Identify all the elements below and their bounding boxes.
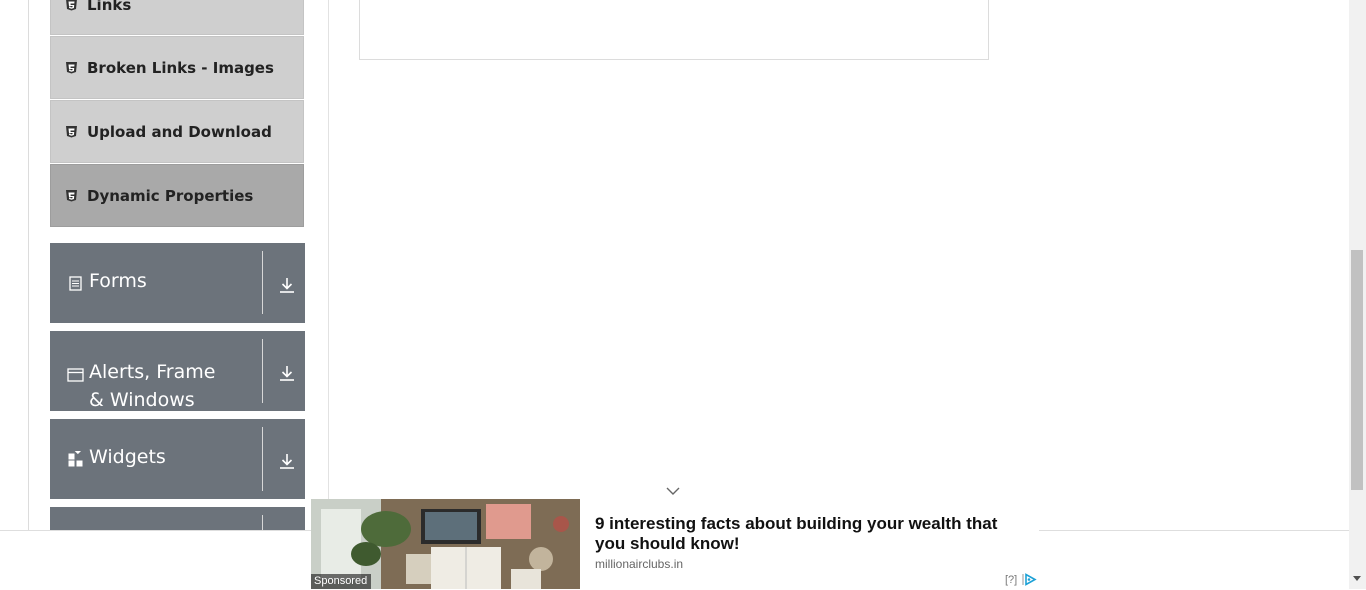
group-header: Forms xyxy=(67,270,147,292)
ad-image[interactable]: Sponsored xyxy=(311,499,580,589)
left-border xyxy=(28,0,29,530)
download-icon[interactable] xyxy=(278,276,296,294)
content-divider xyxy=(328,0,329,530)
sidebar-group-alerts-frame-windows[interactable]: Alerts, Frame & Windows xyxy=(50,331,305,411)
download-icon[interactable] xyxy=(278,364,296,382)
html5-icon xyxy=(65,189,78,202)
window-icon xyxy=(67,363,84,382)
sidebar-item-broken-links[interactable]: Broken Links - Images xyxy=(50,36,304,99)
group-label: Forms xyxy=(89,270,147,292)
ad-headline[interactable]: 9 interesting facts about building your … xyxy=(595,514,1025,554)
html5-icon xyxy=(65,0,78,11)
document-icon xyxy=(67,275,84,292)
group-label: Alerts, Frame & Windows xyxy=(89,361,216,411)
group-label: Widgets xyxy=(89,446,166,468)
sponsored-label: Sponsored xyxy=(311,574,372,589)
group-separator xyxy=(262,427,263,491)
content-panel xyxy=(359,0,989,60)
scroll-down-arrow-icon[interactable] xyxy=(1353,576,1361,581)
group-separator xyxy=(262,251,263,314)
html5-icon xyxy=(65,61,78,74)
ad-domain[interactable]: millionairclubs.in xyxy=(595,557,683,571)
sidebar-group-forms[interactable]: Forms xyxy=(50,243,305,323)
sidebar-item-label: Upload and Download xyxy=(87,122,272,141)
chevron-down-icon[interactable] xyxy=(665,485,681,497)
group-separator xyxy=(262,339,263,403)
sidebar-item-dynamic-properties[interactable]: Dynamic Properties xyxy=(50,164,304,227)
page-scrollbar[interactable] xyxy=(1349,0,1366,589)
sidebar-item-label: Dynamic Properties xyxy=(87,186,254,205)
ad-help-link[interactable]: [?] xyxy=(1005,574,1017,586)
sidebar-item-label: Links xyxy=(87,0,132,14)
sponsored-ad[interactable]: Sponsored 9 interesting facts about buil… xyxy=(311,499,1039,589)
sidebar-item-upload-download[interactable]: Upload and Download xyxy=(50,100,304,163)
html5-icon xyxy=(65,125,78,138)
group-header: Widgets xyxy=(67,446,166,468)
widgets-icon xyxy=(67,447,84,468)
sidebar-item-label: Broken Links - Images xyxy=(87,58,274,77)
scrollbar-thumb[interactable] xyxy=(1351,250,1363,490)
adchoices-icon[interactable] xyxy=(1022,573,1037,586)
group-header: Alerts, Frame & Windows xyxy=(67,358,217,414)
sidebar-item-links[interactable]: Links xyxy=(50,0,304,35)
download-icon[interactable] xyxy=(278,452,296,470)
sidebar-group-widgets[interactable]: Widgets xyxy=(50,419,305,499)
